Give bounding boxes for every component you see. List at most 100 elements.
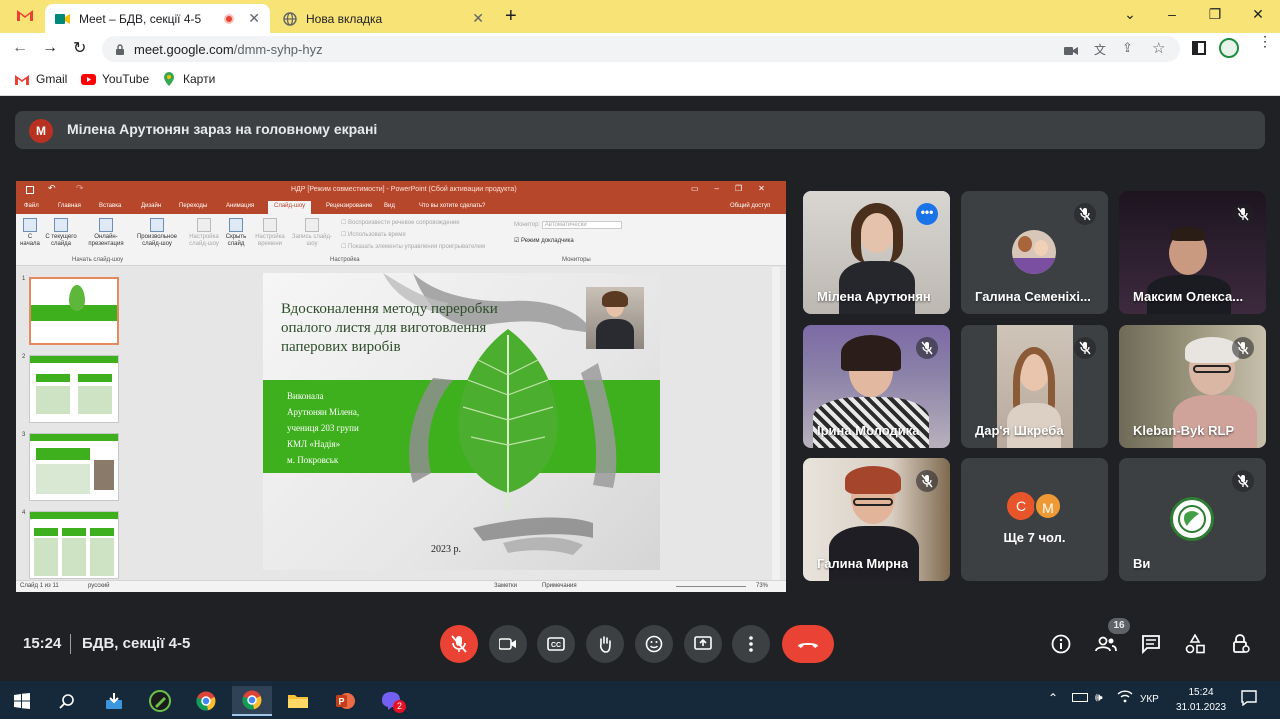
- activities-button[interactable]: [1183, 632, 1207, 656]
- bookmark-youtube[interactable]: YouTube: [80, 72, 149, 86]
- volume-icon[interactable]: 🕪: [1095, 690, 1103, 705]
- notifications-icon[interactable]: [1241, 690, 1257, 711]
- avatar: М: [1034, 492, 1062, 520]
- ppt-tab: Дизайн: [141, 203, 162, 209]
- host-controls-button[interactable]: [1229, 632, 1253, 656]
- windows-icon: [14, 693, 30, 709]
- bookmark-maps[interactable]: Карти: [161, 72, 215, 86]
- slide-author-line: КМЛ «Надія»: [287, 439, 341, 449]
- ppt-ribbon-button: Онлайн-презентация: [83, 218, 129, 248]
- slide-number: 1: [22, 276, 26, 282]
- mic-off-icon: [1232, 470, 1254, 492]
- participant-name: Дар'я Шкреба: [975, 423, 1064, 438]
- slide-author-line: м. Покровськ: [287, 455, 339, 465]
- taskbar-file-explorer[interactable]: [278, 686, 318, 716]
- ppt-tab: Анимация: [226, 203, 255, 209]
- folder-icon: [288, 695, 308, 708]
- reactions-button[interactable]: [635, 625, 673, 663]
- gmail-tab-icon[interactable]: [16, 8, 34, 24]
- zoom-level: 73%: [756, 583, 769, 589]
- avatar: [1170, 497, 1214, 541]
- captions-button[interactable]: CC: [537, 625, 575, 663]
- lock-icon[interactable]: [115, 43, 125, 61]
- ppt-slide-thumbnails: 1 2 3 4: [16, 267, 138, 580]
- back-icon[interactable]: ←: [12, 39, 28, 57]
- meeting-details-button[interactable]: [1049, 632, 1073, 656]
- forward-icon[interactable]: →: [42, 39, 58, 57]
- tab-label: Meet – БДВ, секції 4-5: [79, 11, 202, 26]
- raise-hand-button[interactable]: [586, 625, 624, 663]
- restore-icon[interactable]: ❐: [1205, 6, 1225, 23]
- slide-number: 4: [22, 510, 26, 516]
- chrome-icon: [196, 691, 216, 711]
- download-app-icon: [106, 693, 122, 709]
- present-screen-button[interactable]: [684, 625, 722, 663]
- bookmark-gmail[interactable]: Gmail: [14, 72, 67, 86]
- participant-tile[interactable]: Галина Семеніхі...: [961, 191, 1108, 314]
- hang-up-icon: [798, 643, 818, 648]
- participant-tile[interactable]: Максим Олекса...: [1119, 191, 1266, 314]
- ppt-tab: Вставка: [99, 203, 122, 209]
- leave-call-button[interactable]: [782, 625, 834, 663]
- participant-tile[interactable]: Ірина Молодика: [803, 325, 950, 448]
- tab-label: Нова вкладка: [306, 11, 383, 26]
- camera-toggle-button[interactable]: [489, 625, 527, 663]
- close-window-icon[interactable]: ✕: [1248, 6, 1268, 23]
- extension-icon[interactable]: [1219, 38, 1239, 58]
- people-button[interactable]: [1094, 632, 1118, 656]
- start-button[interactable]: [2, 686, 42, 716]
- language-indicator[interactable]: УКР: [1140, 694, 1159, 705]
- camera-icon[interactable]: [1064, 43, 1078, 61]
- recording-icon: [224, 13, 235, 24]
- ppt-ribbon-tabs: Файл Главная Вставка Дизайн Переходы Ани…: [16, 201, 786, 214]
- participant-tile[interactable]: ••• Мілена Арутюнян: [803, 191, 950, 314]
- participant-tile[interactable]: Дар'я Шкреба: [961, 325, 1108, 448]
- lock-person-icon: [1233, 634, 1250, 653]
- side-panel-icon[interactable]: [1192, 41, 1206, 55]
- clock[interactable]: 15:24 31.01.2023: [1176, 685, 1226, 715]
- participant-tile-others[interactable]: С М Ще 7 чол.: [961, 458, 1108, 581]
- close-tab-icon[interactable]: ✕: [248, 10, 260, 27]
- search-button[interactable]: [47, 686, 87, 716]
- show-hidden-icons[interactable]: ⌃: [1048, 691, 1058, 705]
- slide-number: 3: [22, 432, 26, 438]
- taskbar-chrome-active[interactable]: [232, 686, 272, 716]
- ppt-ribbon-button: Запись слайд-шоу: [290, 218, 334, 248]
- taskbar-viber[interactable]: 2: [371, 686, 411, 716]
- chat-button[interactable]: [1139, 632, 1163, 656]
- svg-text:P: P: [339, 697, 345, 707]
- bookmark-label: YouTube: [102, 72, 150, 86]
- mic-toggle-button[interactable]: [440, 625, 478, 663]
- bookmark-star-icon[interactable]: ☆: [1152, 39, 1165, 57]
- taskbar-chrome[interactable]: [186, 686, 226, 716]
- new-tab-button[interactable]: +: [505, 5, 517, 28]
- ppt-tab: Общий доступ: [730, 203, 771, 209]
- ppt-group-label: Начать слайд-шоу: [72, 257, 124, 263]
- ppt-tab: Переходы: [179, 203, 208, 209]
- taskbar-powerpoint[interactable]: P: [325, 686, 365, 716]
- more-options-button[interactable]: [732, 625, 770, 663]
- share-icon[interactable]: ⇪: [1122, 40, 1133, 56]
- ppt-checkbox: ☐ Использовать время: [341, 232, 406, 238]
- mic-off-icon: [1232, 337, 1254, 359]
- close-tab-icon[interactable]: ✕: [472, 10, 484, 27]
- minimize-icon[interactable]: –: [1162, 6, 1182, 22]
- taskbar-app-pen[interactable]: [140, 686, 180, 716]
- tab-meet[interactable]: Meet – БДВ, секції 4-5 ✕: [45, 4, 270, 33]
- battery-icon[interactable]: [1072, 693, 1088, 702]
- tab-search-icon[interactable]: ⌄: [1120, 6, 1140, 23]
- participant-tile[interactable]: Галина Мирна: [803, 458, 950, 581]
- tab-new[interactable]: Нова вкладка ✕: [272, 4, 494, 33]
- bookmark-label: Gmail: [36, 72, 68, 86]
- wifi-icon[interactable]: [1117, 689, 1133, 708]
- participant-tile[interactable]: Kleban-Byk RLP: [1119, 325, 1266, 448]
- participant-tile-self[interactable]: Ви: [1119, 458, 1266, 581]
- address-bar[interactable]: meet.google.com/dmm-syhp-hyz 文 ⇪ ☆: [102, 36, 1180, 62]
- menu-icon[interactable]: ⋮: [1258, 34, 1272, 48]
- translate-icon[interactable]: 文: [1094, 41, 1106, 58]
- taskbar-app-installer[interactable]: [94, 686, 134, 716]
- avatar: М: [29, 119, 53, 143]
- participant-name: Максим Олекса...: [1133, 289, 1244, 304]
- reload-icon[interactable]: ↻: [73, 38, 86, 58]
- more-options-icon[interactable]: •••: [916, 203, 938, 225]
